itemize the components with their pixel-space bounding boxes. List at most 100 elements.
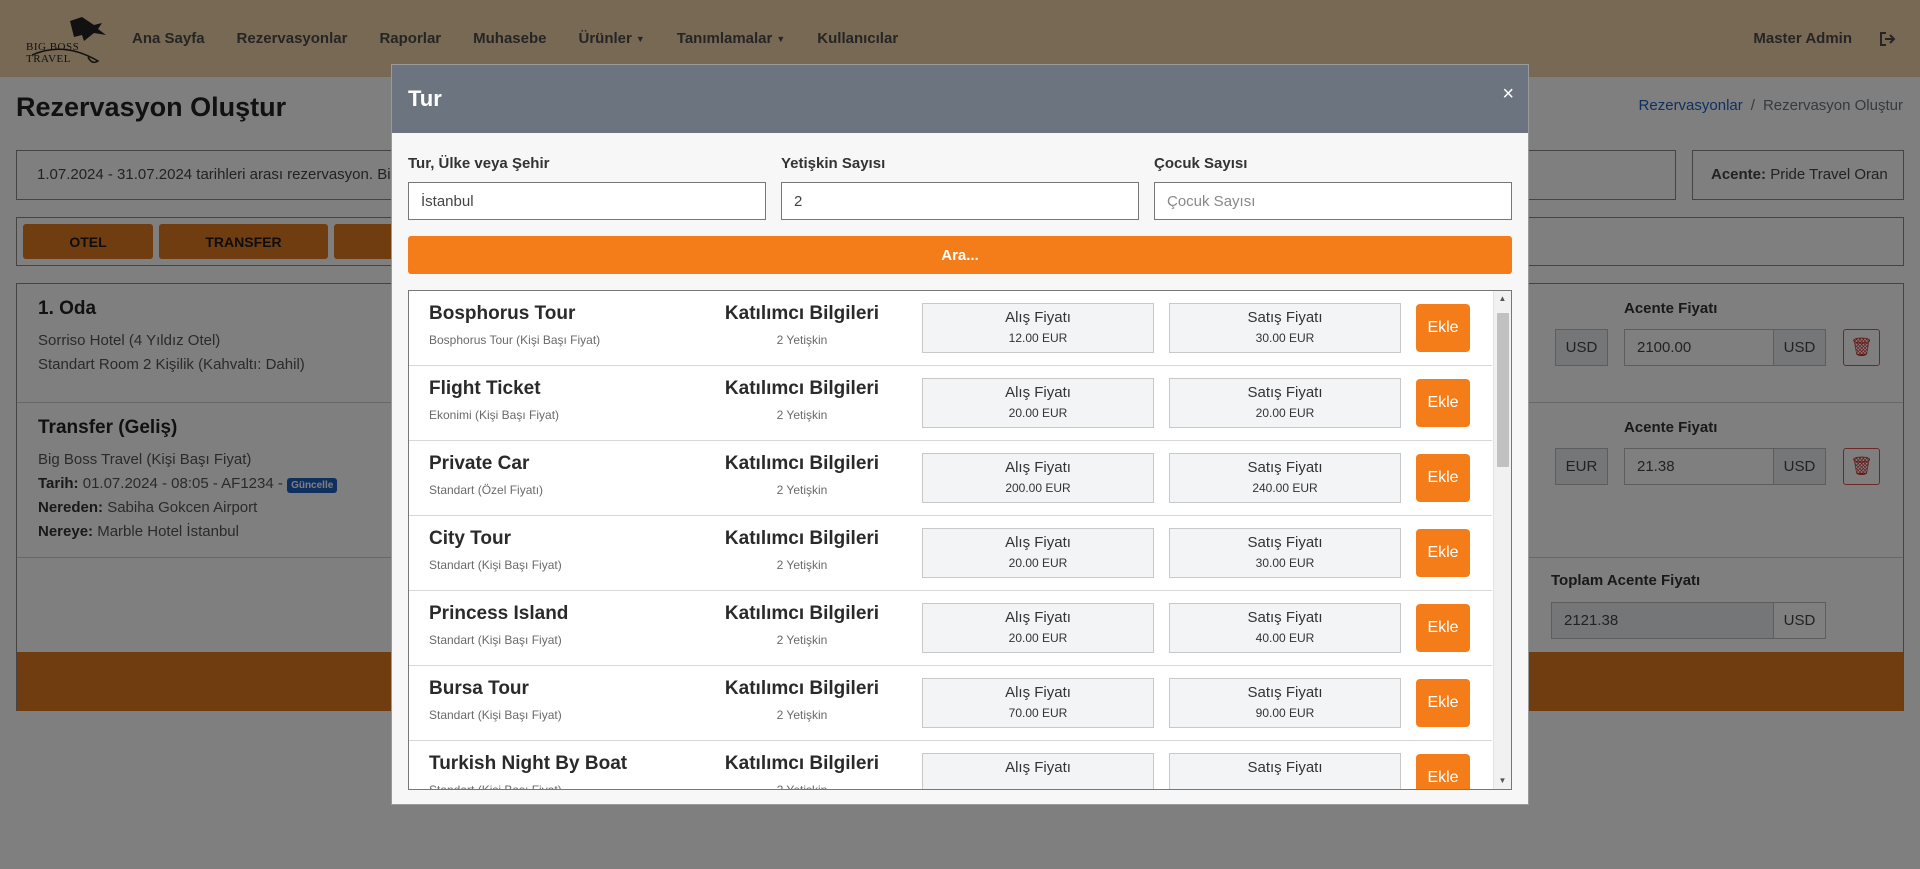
participant-count: 2 Yetişkin [776, 333, 828, 347]
tour-result-row: Private Car Standart (Özel Fiyatı) Katılım… [409, 441, 1492, 516]
tour-name: Flight Ticket [429, 378, 541, 399]
tour-search-label: Tur, Ülke veya Şehir [408, 155, 550, 172]
sell-price-label: Satış Fiyatı [1247, 384, 1323, 401]
buy-price-label: Alış Fiyatı [1005, 384, 1071, 401]
sell-price-box: Satış Fiyatı 20.00 EUR [1169, 378, 1401, 428]
buy-price-value: 200.00 EUR [1005, 481, 1071, 495]
add-tour-button[interactable]: Ekle [1416, 529, 1470, 577]
sell-price-box: Satış Fiyatı 30.00 EUR [1169, 528, 1401, 578]
participant-count: 2 Yetişkin [776, 708, 828, 722]
tour-name: Turkish Night By Boat [429, 753, 628, 774]
scroll-down-icon[interactable]: ▼ [1494, 773, 1511, 789]
buy-price-value: 20.00 EUR [1008, 631, 1068, 645]
buy-price-value: 20.00 EUR [1008, 406, 1068, 420]
sell-price-box: Satış Fiyatı [1169, 753, 1401, 789]
tour-result-row: City Tour Standart (Kişi Başı Fiyat) Katıl… [409, 516, 1492, 591]
tour-name: Private Car [429, 453, 530, 474]
sell-price-value: 20.00 EUR [1255, 406, 1315, 420]
tour-subtitle: Standart (Kişi Başı Fiyat) [429, 558, 562, 572]
adult-count-col: Yetişkin Sayısı [781, 155, 1139, 220]
sell-price-box: Satış Fiyatı 240.00 EUR [1169, 453, 1401, 503]
sell-price-value: 240.00 EUR [1252, 481, 1318, 495]
adult-count-input[interactable] [781, 182, 1139, 220]
tour-name: Bosphorus Tour [429, 303, 576, 324]
sell-price-label: Satış Fiyatı [1247, 609, 1323, 626]
sell-price-box: Satış Fiyatı 90.00 EUR [1169, 678, 1401, 728]
participant-title: Katılımcı Bilgileri [724, 528, 880, 549]
add-tour-button[interactable]: Ekle [1416, 679, 1470, 727]
sell-price-box: Satış Fiyatı 30.00 EUR [1169, 303, 1401, 353]
tour-name: Princess Island [429, 603, 569, 624]
close-icon[interactable]: × [1502, 83, 1514, 106]
buy-price-box: Alış Fiyatı 20.00 EUR [922, 528, 1154, 578]
tour-subtitle: Standart (Özel Fiyatı) [429, 483, 544, 497]
buy-price-box: Alış Fiyatı 12.00 EUR [922, 303, 1154, 353]
scroll-up-icon[interactable]: ▲ [1494, 291, 1511, 307]
participant-count: 2 Yetişkin [776, 483, 828, 497]
child-count-input[interactable] [1154, 182, 1512, 220]
tour-result-row: Flight Ticket Ekonimi (Kişi Başı Fiyat) Ka… [409, 366, 1492, 441]
buy-price-value: 70.00 EUR [1008, 706, 1068, 720]
buy-price-label: Alış Fiyatı [1005, 309, 1071, 326]
add-tour-button[interactable]: Ekle [1416, 454, 1470, 502]
tour-results: Bosphorus Tour Bosphorus Tour (Kişi Başı … [408, 290, 1512, 790]
results-scrollbar[interactable]: ▲ ▼ [1493, 291, 1511, 789]
sell-price-label: Satış Fiyatı [1247, 309, 1323, 326]
modal-body: Tur, Ülke veya Şehir Yetişkin Sayısı Çoc… [392, 155, 1528, 790]
buy-price-label: Alış Fiyatı [1005, 534, 1071, 551]
sell-price-label: Satış Fiyatı [1247, 459, 1323, 476]
child-count-label: Çocuk Sayısı [1154, 155, 1248, 172]
participant-title: Katılımcı Bilgileri [724, 603, 880, 624]
modal-header: Tur × [392, 65, 1528, 133]
search-button[interactable]: Ara... [408, 236, 1512, 274]
buy-price-value: 12.00 EUR [1008, 331, 1068, 345]
sell-price-label: Satış Fiyatı [1247, 534, 1323, 551]
participant-title: Katılımcı Bilgileri [724, 303, 880, 324]
scroll-thumb[interactable] [1497, 313, 1509, 467]
tour-modal: Tur × Tur, Ülke veya Şehir Yetişkin Sayı… [391, 64, 1529, 805]
buy-price-label: Alış Fiyatı [1005, 684, 1071, 701]
tour-search-input[interactable] [408, 182, 766, 220]
add-tour-button[interactable]: Ekle [1416, 379, 1470, 427]
child-count-col: Çocuk Sayısı [1154, 155, 1512, 220]
buy-price-box: Alış Fiyatı 70.00 EUR [922, 678, 1154, 728]
participant-title: Katılımcı Bilgileri [724, 453, 880, 474]
sell-price-value: 40.00 EUR [1255, 631, 1315, 645]
buy-price-label: Alış Fiyatı [1005, 759, 1071, 776]
tour-subtitle: Standart (Kişi Başı Fiyat) [429, 708, 562, 722]
participant-count: 2 Yetişkin [776, 633, 828, 647]
participant-count: 2 Yetişkin [776, 408, 828, 422]
tour-name: City Tour [429, 528, 511, 549]
tour-result-row: Bursa Tour Standart (Kişi Başı Fiyat) Katı… [409, 666, 1492, 741]
participant-title: Katılımcı Bilgileri [724, 678, 880, 699]
modal-title: Tur [408, 86, 442, 111]
buy-price-value: 20.00 EUR [1008, 556, 1068, 570]
tour-subtitle: Standart (Kişi Başı Fiyat) [429, 633, 562, 647]
search-row: Tur, Ülke veya Şehir Yetişkin Sayısı Çoc… [408, 155, 1512, 220]
adult-count-label: Yetişkin Sayısı [781, 155, 886, 172]
participant-title: Katılımcı Bilgileri [724, 753, 880, 774]
tour-result-row: Princess Island Standart (Kişi Başı Fiyat… [409, 591, 1492, 666]
tour-subtitle: Bosphorus Tour (Kişi Başı Fiyat) [429, 333, 601, 347]
tour-result-row: Turkish Night By Boat Standart (Kişi Başı… [409, 741, 1492, 790]
sell-price-label: Satış Fiyatı [1247, 684, 1323, 701]
buy-price-label: Alış Fiyatı [1005, 609, 1071, 626]
buy-price-box: Alış Fiyatı 20.00 EUR [922, 603, 1154, 653]
sell-price-value: 90.00 EUR [1255, 706, 1315, 720]
tour-result-row: Bosphorus Tour Bosphorus Tour (Kişi Başı … [409, 291, 1492, 366]
participant-title: Katılımcı Bilgileri [724, 378, 880, 399]
tour-subtitle: Ekonimi (Kişi Başı Fiyat) [429, 408, 560, 422]
participant-count: 2 Yetişkin [776, 558, 828, 572]
add-tour-button[interactable]: Ekle [1416, 754, 1470, 789]
tour-search-col: Tur, Ülke veya Şehir [408, 155, 766, 220]
buy-price-box: Alış Fiyatı 20.00 EUR [922, 378, 1154, 428]
buy-price-box: Alış Fiyatı [922, 753, 1154, 789]
participant-count: 2 Yetişkin [776, 783, 828, 790]
add-tour-button[interactable]: Ekle [1416, 604, 1470, 652]
buy-price-label: Alış Fiyatı [1005, 459, 1071, 476]
sell-price-label: Satış Fiyatı [1247, 759, 1323, 776]
sell-price-box: Satış Fiyatı 40.00 EUR [1169, 603, 1401, 653]
tour-subtitle: Standart (Kişi Başı Fiyat) [429, 783, 562, 790]
add-tour-button[interactable]: Ekle [1416, 304, 1470, 352]
buy-price-box: Alış Fiyatı 200.00 EUR [922, 453, 1154, 503]
